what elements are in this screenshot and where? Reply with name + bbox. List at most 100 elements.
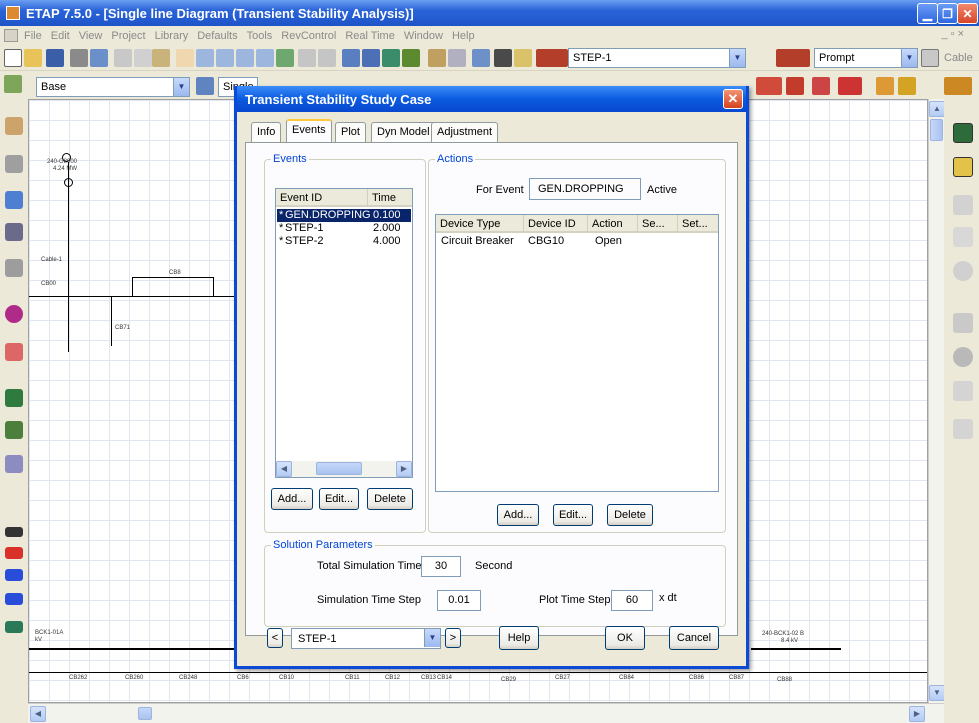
help-button[interactable]: Help (499, 626, 539, 650)
horizontal-scrollbar[interactable]: ◀ ▶ (28, 703, 944, 723)
get-template-icon[interactable] (472, 49, 490, 67)
horizontal-scroll-thumb[interactable] (316, 462, 362, 475)
chevron-down-icon[interactable]: ▼ (424, 629, 440, 647)
load-flow-icon[interactable] (5, 155, 23, 173)
cut-icon[interactable] (114, 49, 132, 67)
paste-icon[interactable] (152, 49, 170, 67)
hyperlink-icon[interactable] (428, 49, 446, 67)
study-case-combo[interactable]: STEP-1 ▼ (291, 628, 441, 649)
short-circuit-icon[interactable] (5, 191, 23, 209)
setting-column-header[interactable]: Se... (638, 215, 678, 233)
event-row[interactable]: * STEP-2 4.000 (277, 235, 411, 248)
undo-icon[interactable] (298, 49, 316, 67)
events-list-scrollbar[interactable]: ◀ ▶ (276, 461, 412, 477)
report-manager-icon[interactable] (812, 77, 830, 95)
setting-2-column-header[interactable]: Set... (678, 215, 718, 233)
configuration-icon[interactable] (536, 49, 568, 67)
menu-real-time[interactable]: Real Time (345, 30, 395, 42)
action-icon[interactable] (953, 381, 973, 401)
plot-icon[interactable] (953, 313, 973, 333)
study-prompt-icon[interactable] (776, 49, 810, 67)
transient-stability-icon[interactable] (5, 305, 23, 323)
stop-icon[interactable] (876, 77, 894, 95)
clear-results-icon[interactable] (953, 347, 973, 367)
horizontal-scroll-thumb[interactable] (138, 707, 152, 720)
plot-time-step-input[interactable]: 60 (611, 590, 653, 611)
menu-revcontrol[interactable]: RevControl (281, 30, 336, 42)
cancel-button[interactable]: Cancel (669, 626, 719, 650)
scroll-right-icon[interactable]: ▶ (909, 706, 925, 722)
configuration-combo[interactable]: STEP-1 ▼ (568, 48, 746, 68)
output-report-icon[interactable] (5, 621, 23, 633)
actions-edit-button[interactable]: Edit... (553, 504, 593, 526)
action-column-header[interactable]: Action (588, 215, 638, 233)
new-file-icon[interactable] (4, 49, 22, 67)
action-row[interactable]: Circuit Breaker CBG10 Open (437, 235, 717, 248)
base-data-icon[interactable] (921, 49, 939, 67)
tab-dyn-model[interactable]: Dyn Model (371, 122, 436, 142)
presentation-icon[interactable] (4, 75, 22, 93)
tab-events[interactable]: Events (286, 119, 332, 143)
display-options-icon[interactable] (953, 195, 973, 215)
copy-icon[interactable] (134, 49, 152, 67)
check-continuity-icon[interactable] (382, 49, 400, 67)
pan-hand-icon[interactable] (176, 49, 194, 67)
save-icon[interactable] (46, 49, 64, 67)
event-row[interactable]: * STEP-1 2.000 (277, 222, 411, 235)
theme-icon[interactable] (402, 49, 420, 67)
plot-transient-icon[interactable] (756, 77, 782, 95)
scroll-left-icon[interactable]: ◀ (30, 706, 46, 722)
base-combo[interactable]: Base ▼ (36, 77, 190, 97)
sequence-icon[interactable] (953, 419, 973, 439)
menu-tools[interactable]: Tools (247, 30, 273, 42)
total-simulation-time-input[interactable]: 30 (421, 556, 461, 577)
menu-project[interactable]: Project (111, 30, 145, 42)
reliability-icon[interactable] (5, 455, 23, 473)
breaker-icon[interactable] (5, 569, 23, 581)
actions-list[interactable]: Device Type Device ID Action Se... Set..… (435, 214, 719, 492)
result-display-icon[interactable] (944, 77, 972, 95)
menu-help[interactable]: Help (452, 30, 475, 42)
optimal-power-flow-icon[interactable] (5, 389, 23, 407)
study-case-icon[interactable] (953, 157, 973, 177)
relay-icon[interactable] (5, 593, 23, 605)
device-id-column-header[interactable]: Device ID (524, 215, 588, 233)
redo-icon[interactable] (318, 49, 336, 67)
scroll-down-icon[interactable]: ▼ (929, 685, 945, 701)
maximize-window-button[interactable]: ❐ (937, 3, 958, 24)
vertical-scrollbar[interactable]: ▲ ▼ (928, 99, 945, 703)
print-preview-icon[interactable] (90, 49, 108, 67)
events-add-button[interactable]: Add... (271, 488, 313, 510)
find-binoculars-icon[interactable] (494, 49, 512, 67)
chevron-down-icon[interactable]: ▼ (173, 78, 189, 96)
ground-grid-icon[interactable] (5, 421, 23, 439)
ok-button[interactable]: OK (605, 626, 645, 650)
run-transient-stability-icon[interactable] (953, 123, 973, 143)
vertical-scroll-thumb[interactable] (930, 119, 943, 141)
tab-info[interactable]: Info (251, 122, 282, 142)
actions-delete-button[interactable]: Delete (607, 504, 653, 526)
motor-acceleration-icon[interactable] (5, 223, 23, 241)
event-id-column-header[interactable]: Event ID (276, 189, 368, 207)
zoom-fit-icon[interactable] (236, 49, 254, 67)
close-window-button[interactable]: ✕ (957, 3, 978, 24)
help-pointer-icon[interactable] (514, 49, 532, 67)
events-list[interactable]: Event ID Time * GEN.DROPPING 0.100 * STE… (275, 188, 413, 478)
print-icon[interactable] (70, 49, 88, 67)
scroll-right-icon[interactable]: ▶ (396, 461, 412, 477)
mdi-window-controls[interactable]: _ ▫ × (941, 28, 964, 40)
zoom-to-fit-icon[interactable] (276, 49, 294, 67)
close-icon[interactable]: ✕ (723, 89, 743, 109)
open-folder-icon[interactable] (24, 49, 42, 67)
alert-view-icon[interactable] (786, 77, 804, 95)
harmonic-icon[interactable] (5, 259, 23, 277)
edit-mode-icon[interactable] (5, 117, 23, 135)
tab-plot[interactable]: Plot (335, 122, 366, 142)
menu-library[interactable]: Library (155, 30, 189, 42)
chevron-down-icon[interactable]: ▼ (729, 49, 745, 67)
protective-device-icon[interactable] (5, 343, 23, 361)
next-case-button[interactable]: > (445, 628, 461, 648)
zoom-window-icon[interactable] (256, 49, 274, 67)
power-calc-icon[interactable] (448, 49, 466, 67)
grid-icon[interactable] (362, 49, 380, 67)
